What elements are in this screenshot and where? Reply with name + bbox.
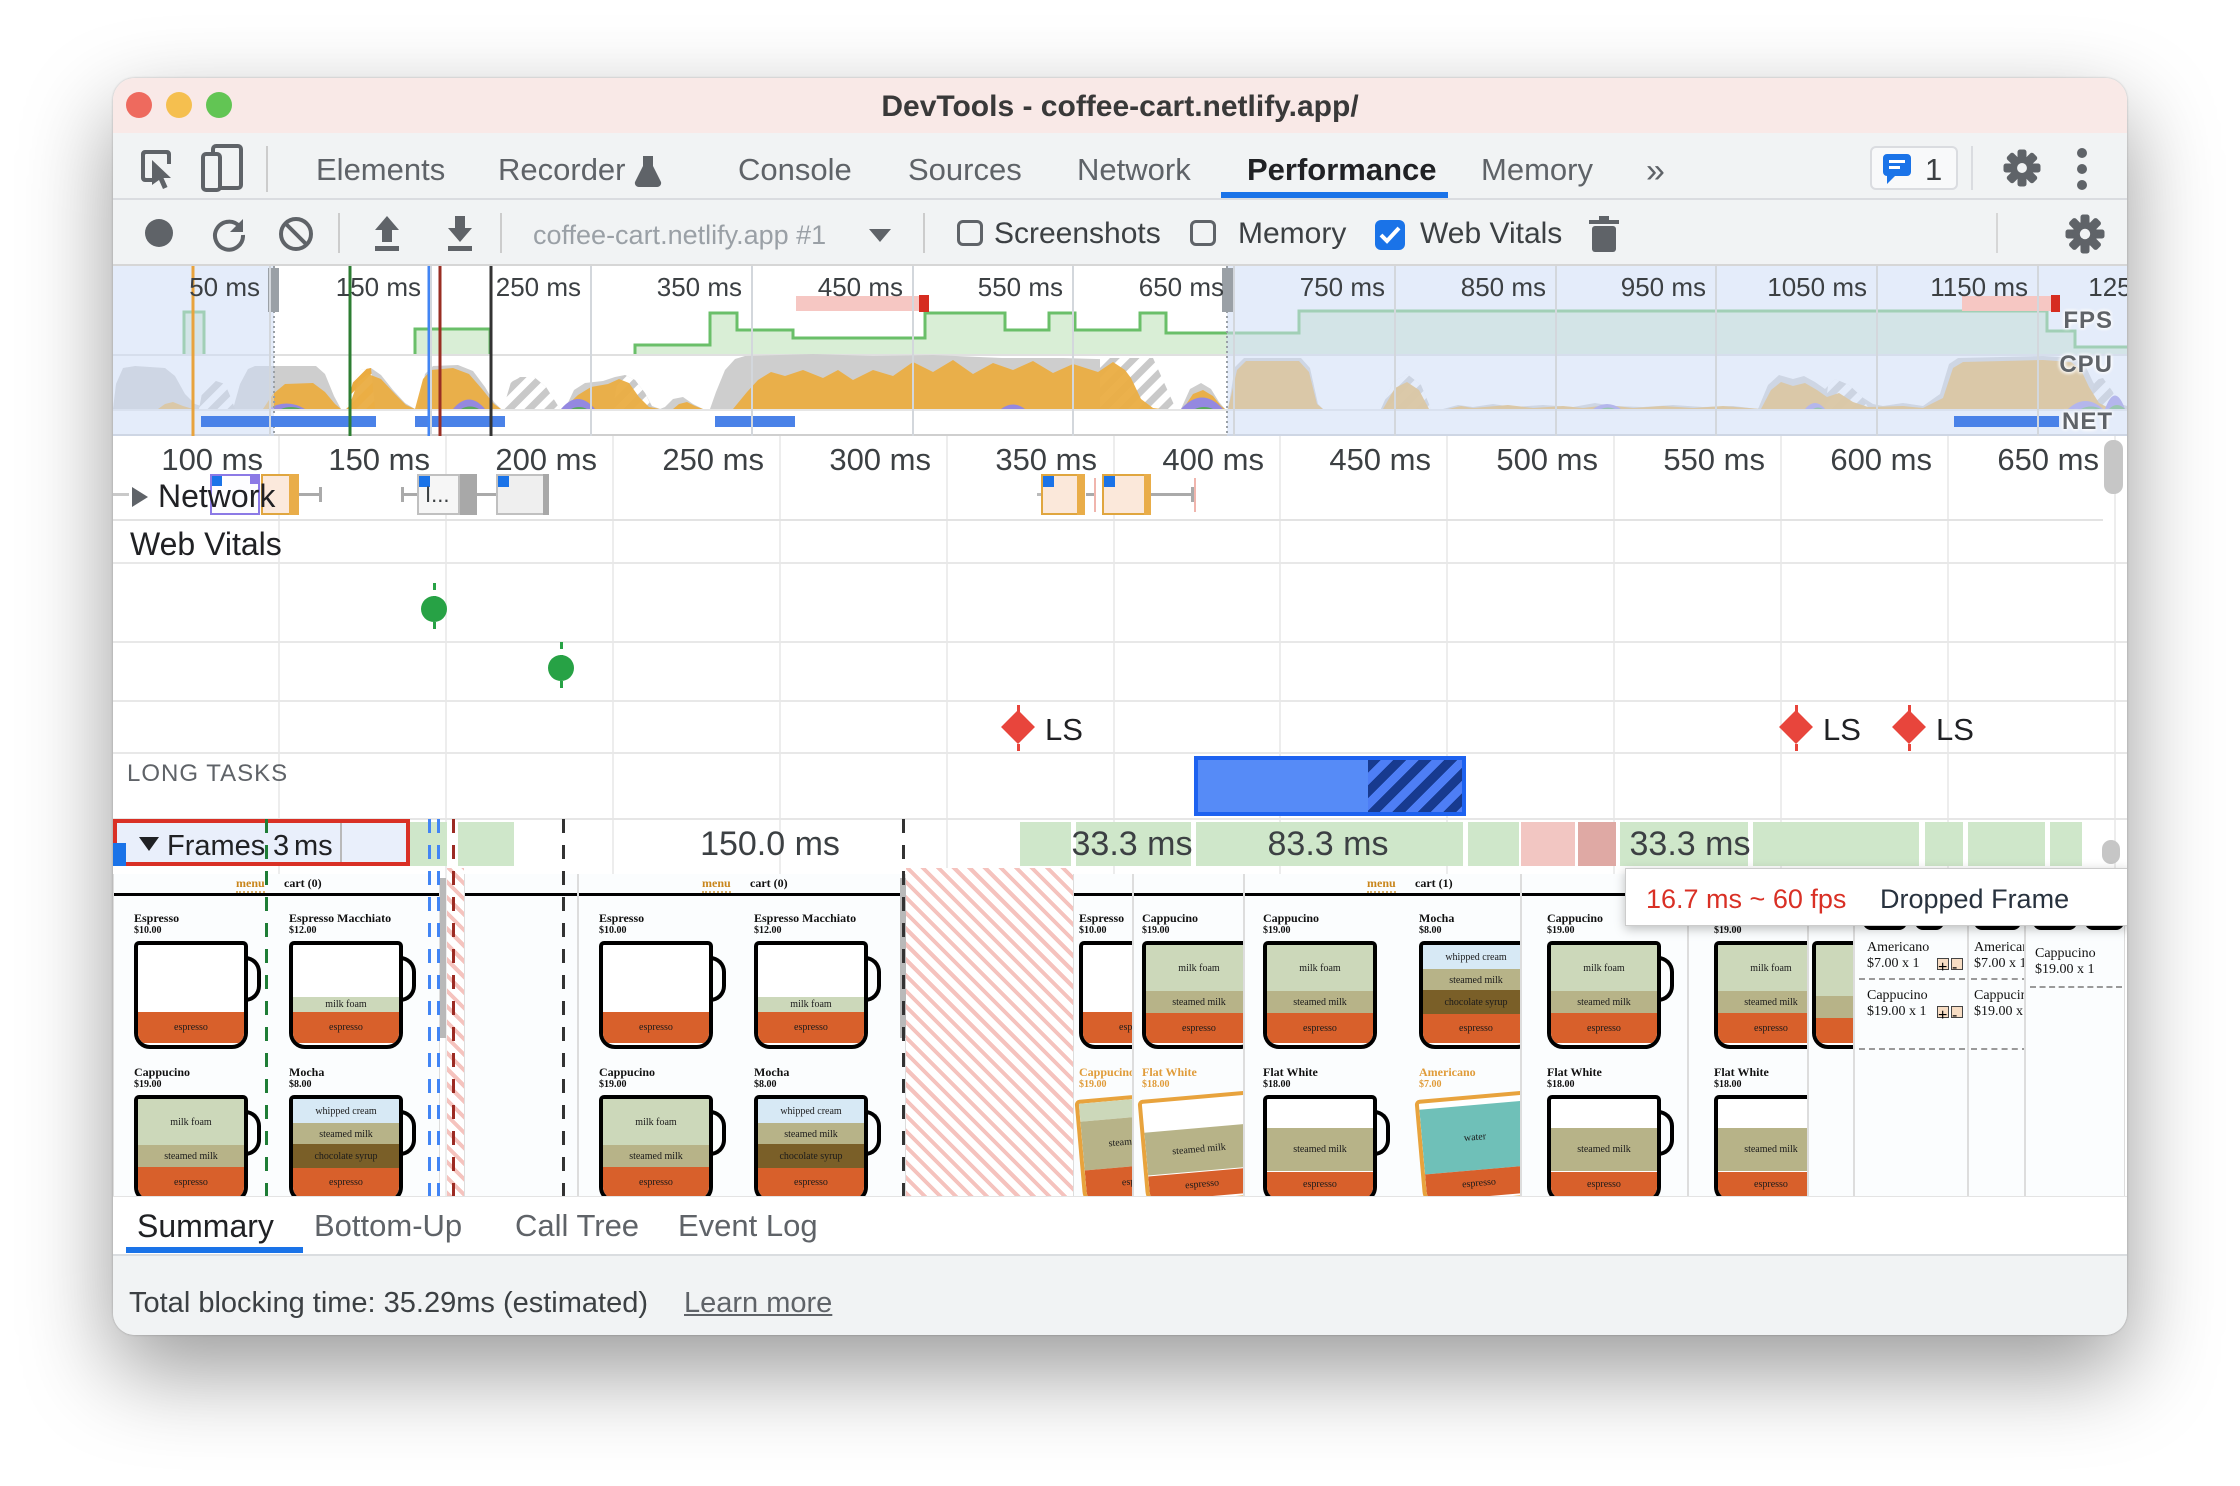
- svg-text:650 ms: 650 ms: [1139, 272, 1224, 302]
- svg-text:50 ms: 50 ms: [189, 272, 260, 302]
- svg-text:250 ms: 250 ms: [496, 272, 581, 302]
- svg-text:150 ms: 150 ms: [336, 272, 421, 302]
- svg-text:450 ms: 450 ms: [818, 272, 903, 302]
- svg-text:950 ms: 950 ms: [1621, 272, 1706, 302]
- svg-text:550 ms: 550 ms: [978, 272, 1063, 302]
- svg-text:350 ms: 350 ms: [657, 272, 742, 302]
- svg-text:750 ms: 750 ms: [1300, 272, 1385, 302]
- svg-text:1050 ms: 1050 ms: [1767, 272, 1867, 302]
- svg-text:850 ms: 850 ms: [1461, 272, 1546, 302]
- svg-text:1250 ms: 1250 ms: [2088, 272, 2127, 302]
- svg-text:1150 ms: 1150 ms: [1930, 272, 2028, 302]
